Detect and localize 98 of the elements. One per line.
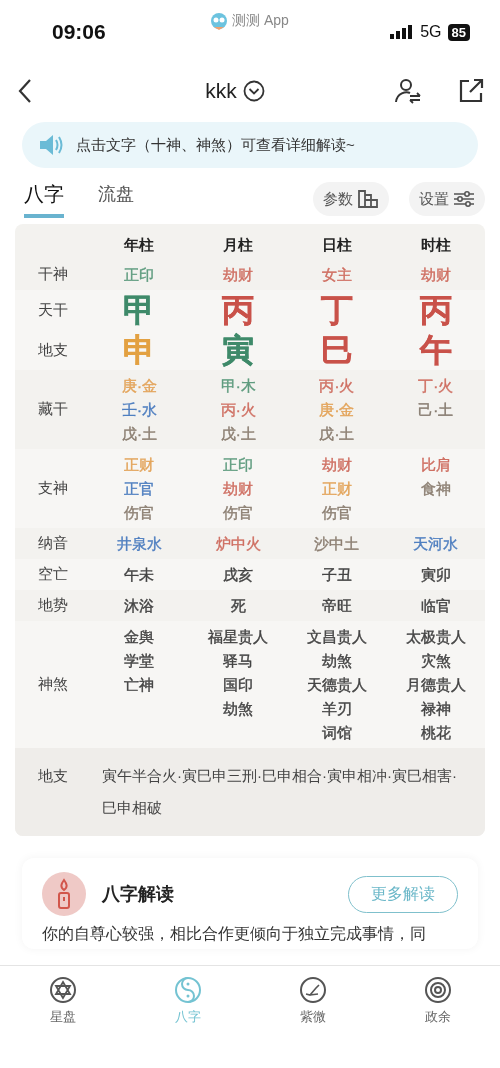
bottom-tab[interactable]: 紫微 [250, 966, 375, 1068]
chart-term[interactable]: 月德贵人 [405, 675, 466, 694]
chart-term[interactable]: 太极贵人 [405, 627, 466, 646]
dropdown-icon[interactable] [242, 80, 265, 102]
chart-term[interactable]: 戌亥 [223, 565, 254, 584]
chart-term[interactable]: 桃花 [420, 723, 451, 742]
chart-term[interactable]: 沙中土 [314, 534, 360, 553]
chart-term[interactable]: 壬·水 [121, 400, 157, 419]
bottom-tab[interactable]: 政余 [375, 966, 500, 1068]
bottom-tab[interactable]: 星盘 [0, 966, 125, 1068]
chart-term[interactable]: 劫财 [223, 265, 254, 284]
chart-term[interactable]: 天河水 [413, 534, 459, 553]
chart-term[interactable]: 灾煞 [420, 651, 451, 670]
sliders-icon [453, 189, 475, 209]
clock-time: 09:06 [52, 19, 106, 44]
chart-term[interactable]: 伤官 [124, 503, 155, 522]
share-icon[interactable] [458, 78, 484, 104]
chart-term[interactable]: 戊·土 [220, 424, 256, 443]
row-label: 神煞 [37, 675, 69, 694]
chart-term[interactable]: 伤官 [223, 503, 254, 522]
chart-term[interactable]: 金舆 [124, 627, 155, 646]
row-label: 干神 [37, 265, 69, 284]
signal-icon [390, 25, 415, 39]
pillar-character: 寅 [222, 331, 255, 369]
switch-user-icon[interactable] [394, 78, 422, 104]
chart-term[interactable]: 戊·土 [121, 424, 157, 443]
chart-term[interactable]: 词馆 [321, 723, 352, 742]
chart-term[interactable]: 女主 [321, 265, 352, 284]
row-label: 地支 [37, 340, 69, 360]
network-label: 5G [420, 23, 442, 41]
toolbar-button[interactable]: 设置 [409, 182, 485, 216]
chart-term[interactable]: 文昌贵人 [306, 627, 367, 646]
relations-text: 寅午半合火·寅巳申三刑·巳申相合·寅申相冲·寅巳相害·巳申相破 [102, 766, 458, 818]
chart-term[interactable]: 正官 [124, 479, 155, 498]
chart-term[interactable]: 临官 [420, 596, 451, 615]
chart-term[interactable]: 帝旺 [321, 596, 352, 615]
pillar-character: 午 [419, 331, 452, 369]
candle-icon [42, 872, 86, 916]
chart-term[interactable]: 驿马 [223, 651, 254, 670]
chart-term[interactable]: 伤官 [321, 503, 352, 522]
chart-term[interactable]: 丙·火 [319, 376, 355, 395]
reading-text: 你的自尊心较强，相比合作更倾向于独立完成事情，同 [42, 924, 427, 944]
chart-term[interactable]: 己·土 [418, 400, 454, 419]
row-label: 空亡 [37, 565, 69, 584]
chart-term[interactable]: 丙·火 [220, 400, 256, 419]
row-label: 地势 [37, 596, 69, 615]
chart-term[interactable]: 丁·火 [418, 376, 454, 395]
column-header: 时柱 [419, 236, 452, 255]
chart-term[interactable]: 福星贵人 [208, 627, 269, 646]
chart-term[interactable]: 食神 [420, 479, 451, 498]
chart-tab[interactable]: 流盘 [98, 182, 134, 216]
chart-term[interactable]: 禄神 [420, 699, 451, 718]
concentric-circles-icon [423, 976, 452, 1004]
chart-term[interactable]: 劫财 [420, 265, 451, 284]
column-header: 月柱 [222, 236, 255, 255]
chart-tab[interactable]: 八字 [24, 180, 64, 218]
app-label: 测测 App [232, 12, 289, 30]
pillar-character: 巳 [320, 331, 353, 369]
chart-term[interactable]: 劫煞 [223, 699, 254, 718]
chart-term[interactable]: 沐浴 [124, 596, 155, 615]
battery-level: 85 [447, 23, 470, 41]
chart-term[interactable]: 戊·土 [319, 424, 355, 443]
toolbar-button[interactable]: 参数 [313, 182, 389, 216]
column-header: 年柱 [123, 236, 156, 255]
chart-term[interactable]: 国印 [223, 675, 254, 694]
chart-term[interactable]: 正印 [223, 455, 254, 474]
pillar-character: 丙 [419, 291, 452, 329]
row-label: 天干 [37, 300, 69, 320]
chart-term[interactable]: 比肩 [420, 455, 451, 474]
columns-icon [357, 189, 379, 209]
chart-term[interactable]: 羊刃 [321, 699, 352, 718]
chart-term[interactable]: 亡神 [124, 675, 155, 694]
pillar-character: 丁 [320, 291, 353, 329]
chart-term[interactable]: 劫煞 [321, 651, 352, 670]
pillar-character: 丙 [222, 291, 255, 329]
chart-term[interactable]: 子丑 [321, 565, 352, 584]
notice-text: 点击文字（十神、神煞）可查看详细解读~ [76, 135, 355, 155]
pillar-character: 甲 [123, 291, 156, 329]
profile-name: kkk [205, 79, 237, 103]
row-label: 支神 [37, 479, 69, 498]
chart-term[interactable]: 天德贵人 [306, 675, 367, 694]
row-label: 地支 [37, 766, 69, 786]
yin-yang-icon [173, 976, 202, 1004]
speaker-icon [38, 133, 64, 157]
chart-term[interactable]: 炉中火 [215, 534, 261, 553]
owl-icon [210, 12, 228, 30]
chart-term[interactable]: 死 [230, 596, 246, 615]
chart-term[interactable]: 寅卯 [420, 565, 451, 584]
chart-term[interactable]: 午未 [124, 565, 155, 584]
row-label: 藏干 [37, 400, 69, 419]
chart-term[interactable]: 学堂 [124, 651, 155, 670]
column-header: 日柱 [320, 236, 353, 255]
card-title: 八字解读 [102, 883, 175, 906]
pillar-character: 申 [123, 331, 156, 369]
chart-term[interactable]: 劫财 [223, 479, 254, 498]
chart-term[interactable]: 井泉水 [116, 534, 162, 553]
row-label: 纳音 [37, 534, 69, 553]
chart-term[interactable]: 劫财 [321, 455, 352, 474]
